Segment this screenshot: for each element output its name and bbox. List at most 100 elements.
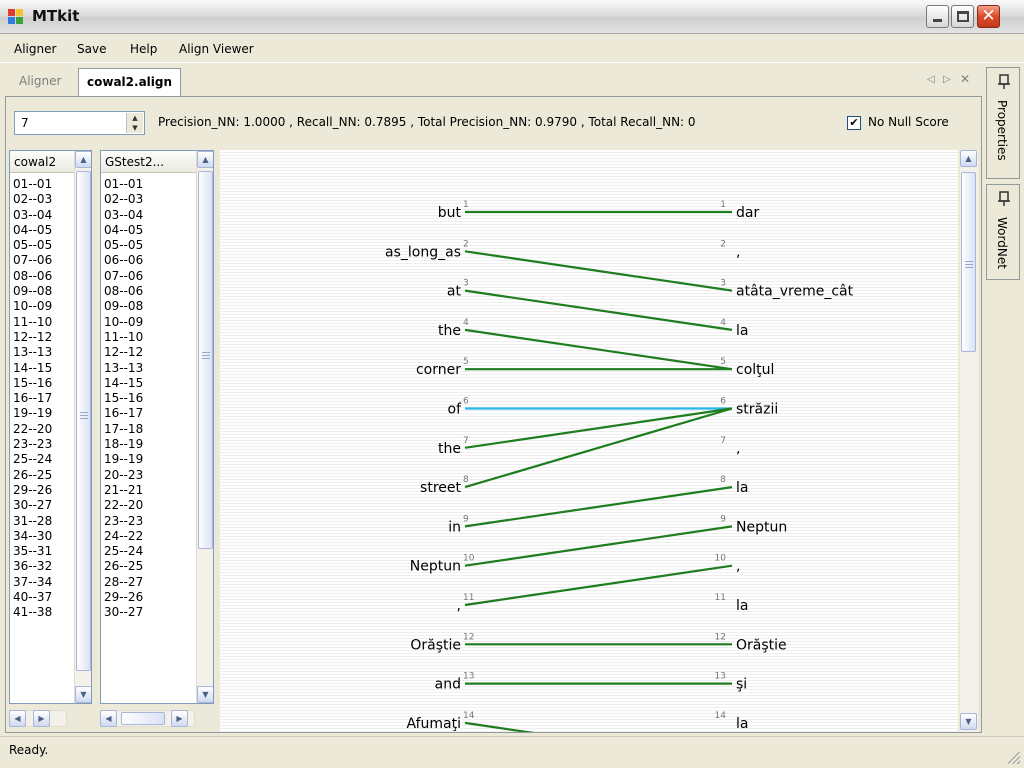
spin-down-icon[interactable]: ▼	[127, 123, 143, 133]
scroll-down-icon[interactable]: ▼	[75, 686, 91, 703]
scroll-left-icon[interactable]: ◀	[9, 710, 26, 727]
list-item[interactable]: 23--23	[104, 514, 143, 529]
pin-icon[interactable]	[996, 191, 1012, 207]
spin-up-icon[interactable]: ▲	[127, 113, 143, 123]
list-item[interactable]: 26--25	[104, 559, 143, 574]
list-item[interactable]: 13--13	[13, 345, 52, 360]
alignment-list-cowal2[interactable]: cowal2 01--01 02--03 03--04 04--05 05--05 07-…	[9, 150, 92, 704]
list-header[interactable]: GStest2...	[101, 151, 196, 173]
list-item[interactable]: 21--21	[104, 483, 143, 498]
alignment-viewer[interactable]: but 1 as_long_as 2 at 3 the 4 corner 5 of 6 the 7 stre…	[220, 150, 958, 732]
list-item[interactable]: 26--25	[13, 468, 52, 483]
list-item[interactable]: 40--37	[13, 590, 52, 605]
list-item[interactable]: 28--27	[104, 575, 143, 590]
scroll-up-icon[interactable]: ▲	[197, 151, 213, 168]
list-item[interactable]: 19--19	[13, 406, 52, 421]
list-item[interactable]: 31--28	[13, 514, 52, 529]
scroll-left-icon[interactable]: ◀	[100, 710, 117, 727]
list-item[interactable]: 17--18	[104, 422, 143, 437]
list-item[interactable]: 01--01	[104, 177, 143, 192]
list-scrollbar[interactable]: ▲ ▼	[196, 151, 213, 703]
list-item[interactable]: 10--09	[13, 299, 52, 314]
list-header[interactable]: cowal2	[10, 151, 74, 173]
scroll-up-icon[interactable]: ▲	[960, 150, 977, 167]
menu-save[interactable]: Save	[77, 42, 106, 56]
list-item[interactable]: 15--16	[13, 376, 52, 391]
list-item[interactable]: 18--19	[104, 437, 143, 452]
list-item[interactable]: 16--17	[13, 391, 52, 406]
list-item[interactable]: 41--38	[13, 605, 52, 620]
menu-align-viewer[interactable]: Align Viewer	[179, 42, 254, 56]
scroll-right-icon[interactable]: ▶	[33, 710, 50, 727]
list-item[interactable]: 20--23	[104, 468, 143, 483]
list-item[interactable]: 08--06	[104, 284, 143, 299]
list-item[interactable]: 10--09	[104, 315, 143, 330]
list-item[interactable]: 05--05	[104, 238, 143, 253]
tab-cowal2-align[interactable]: cowal2.align	[78, 68, 182, 96]
list-item[interactable]: 14--15	[104, 376, 143, 391]
scroll-thumb[interactable]	[76, 171, 91, 671]
list-item[interactable]: 07--06	[13, 253, 52, 268]
spinner-value[interactable]: 7	[21, 116, 29, 130]
list-item[interactable]: 24--22	[104, 529, 143, 544]
list-hscrollbar[interactable]: ◀ ▶	[9, 710, 67, 727]
pin-icon[interactable]	[996, 74, 1012, 90]
minimize-button[interactable]	[926, 5, 949, 28]
list-item[interactable]: 30--27	[13, 498, 52, 513]
list-item[interactable]: 14--15	[13, 361, 52, 376]
scroll-down-icon[interactable]: ▼	[960, 713, 977, 730]
list-item[interactable]: 03--04	[104, 208, 143, 223]
list-item[interactable]: 12--12	[13, 330, 52, 345]
list-item[interactable]: 36--32	[13, 559, 52, 574]
scroll-up-icon[interactable]: ▲	[75, 151, 91, 168]
list-item[interactable]: 16--17	[104, 406, 143, 421]
resize-grip-icon[interactable]	[1008, 752, 1020, 764]
tab-scroll-left-icon[interactable]: ◁	[927, 74, 935, 85]
viewer-scrollbar[interactable]: ▲ ▼	[960, 150, 978, 732]
maximize-button[interactable]	[951, 5, 974, 28]
tab-close-icon[interactable]: ✕	[960, 72, 970, 86]
list-item[interactable]: 37--34	[13, 575, 52, 590]
alignment-list-gstest2[interactable]: GStest2... 01--01 02--03 03--04 04--05 05--0…	[100, 150, 214, 704]
list-item[interactable]: 13--13	[104, 361, 143, 376]
list-item[interactable]: 22--20	[104, 498, 143, 513]
list-item[interactable]: 11--10	[13, 315, 52, 330]
list-item[interactable]: 05--05	[13, 238, 52, 253]
list-item[interactable]: 29--26	[104, 590, 143, 605]
scroll-right-icon[interactable]: ▶	[171, 710, 188, 727]
list-item[interactable]: 23--23	[13, 437, 52, 452]
list-item[interactable]: 11--10	[104, 330, 143, 345]
list-item[interactable]: 02--03	[13, 192, 52, 207]
list-item[interactable]: 25--24	[13, 452, 52, 467]
list-item[interactable]: 29--26	[13, 483, 52, 498]
tab-scroll-right-icon[interactable]: ▷	[943, 74, 951, 85]
list-item[interactable]: 35--31	[13, 544, 52, 559]
side-tab-wordnet[interactable]: WordNet	[986, 184, 1020, 280]
list-item[interactable]: 09--08	[104, 299, 143, 314]
close-button[interactable]: ✕	[977, 5, 1000, 28]
hscroll-thumb[interactable]	[121, 712, 165, 725]
tab-aligner[interactable]: Aligner	[19, 74, 61, 88]
list-item[interactable]: 09--08	[13, 284, 52, 299]
list-item[interactable]: 04--05	[13, 223, 52, 238]
list-item[interactable]: 06--06	[104, 253, 143, 268]
sentence-number-spinner[interactable]: 7 ▲ ▼	[14, 111, 145, 135]
list-item[interactable]: 19--19	[104, 452, 143, 467]
scroll-down-icon[interactable]: ▼	[197, 686, 213, 703]
list-item[interactable]: 30--27	[104, 605, 143, 620]
list-item[interactable]: 34--30	[13, 529, 52, 544]
list-item[interactable]: 25--24	[104, 544, 143, 559]
list-item[interactable]: 08--06	[13, 269, 52, 284]
no-null-score-checkbox[interactable]: ✔	[847, 116, 861, 130]
scroll-thumb[interactable]	[198, 171, 213, 549]
list-scrollbar[interactable]: ▲ ▼	[74, 151, 91, 703]
list-item[interactable]: 07--06	[104, 269, 143, 284]
list-item[interactable]: 01--01	[13, 177, 52, 192]
menu-aligner[interactable]: Aligner	[14, 42, 56, 56]
menu-help[interactable]: Help	[130, 42, 157, 56]
list-item[interactable]: 02--03	[104, 192, 143, 207]
list-item[interactable]: 03--04	[13, 208, 52, 223]
side-tab-properties[interactable]: Properties	[986, 67, 1020, 179]
list-hscrollbar[interactable]: ◀ ▶	[100, 710, 195, 727]
scroll-thumb[interactable]	[961, 172, 976, 352]
